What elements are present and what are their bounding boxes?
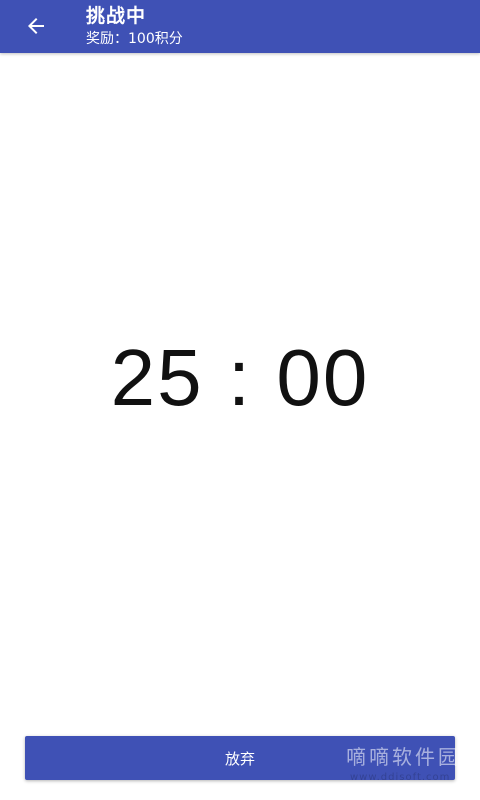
challenge-screen: 挑战中 奖励：100积分 25 : 00 放弃 嘀嘀软件园 www.ddisof… — [0, 0, 480, 800]
page-title: 挑战中 — [86, 5, 147, 27]
arrow-left-icon — [28, 18, 44, 34]
back-button[interactable] — [14, 6, 58, 46]
countdown-timer: 25 : 00 — [110, 333, 370, 422]
reward-subtitle: 奖励：100积分 — [86, 31, 183, 47]
app-toolbar: 挑战中 奖励：100积分 — [0, 0, 480, 53]
give-up-button[interactable]: 放弃 — [25, 736, 455, 780]
